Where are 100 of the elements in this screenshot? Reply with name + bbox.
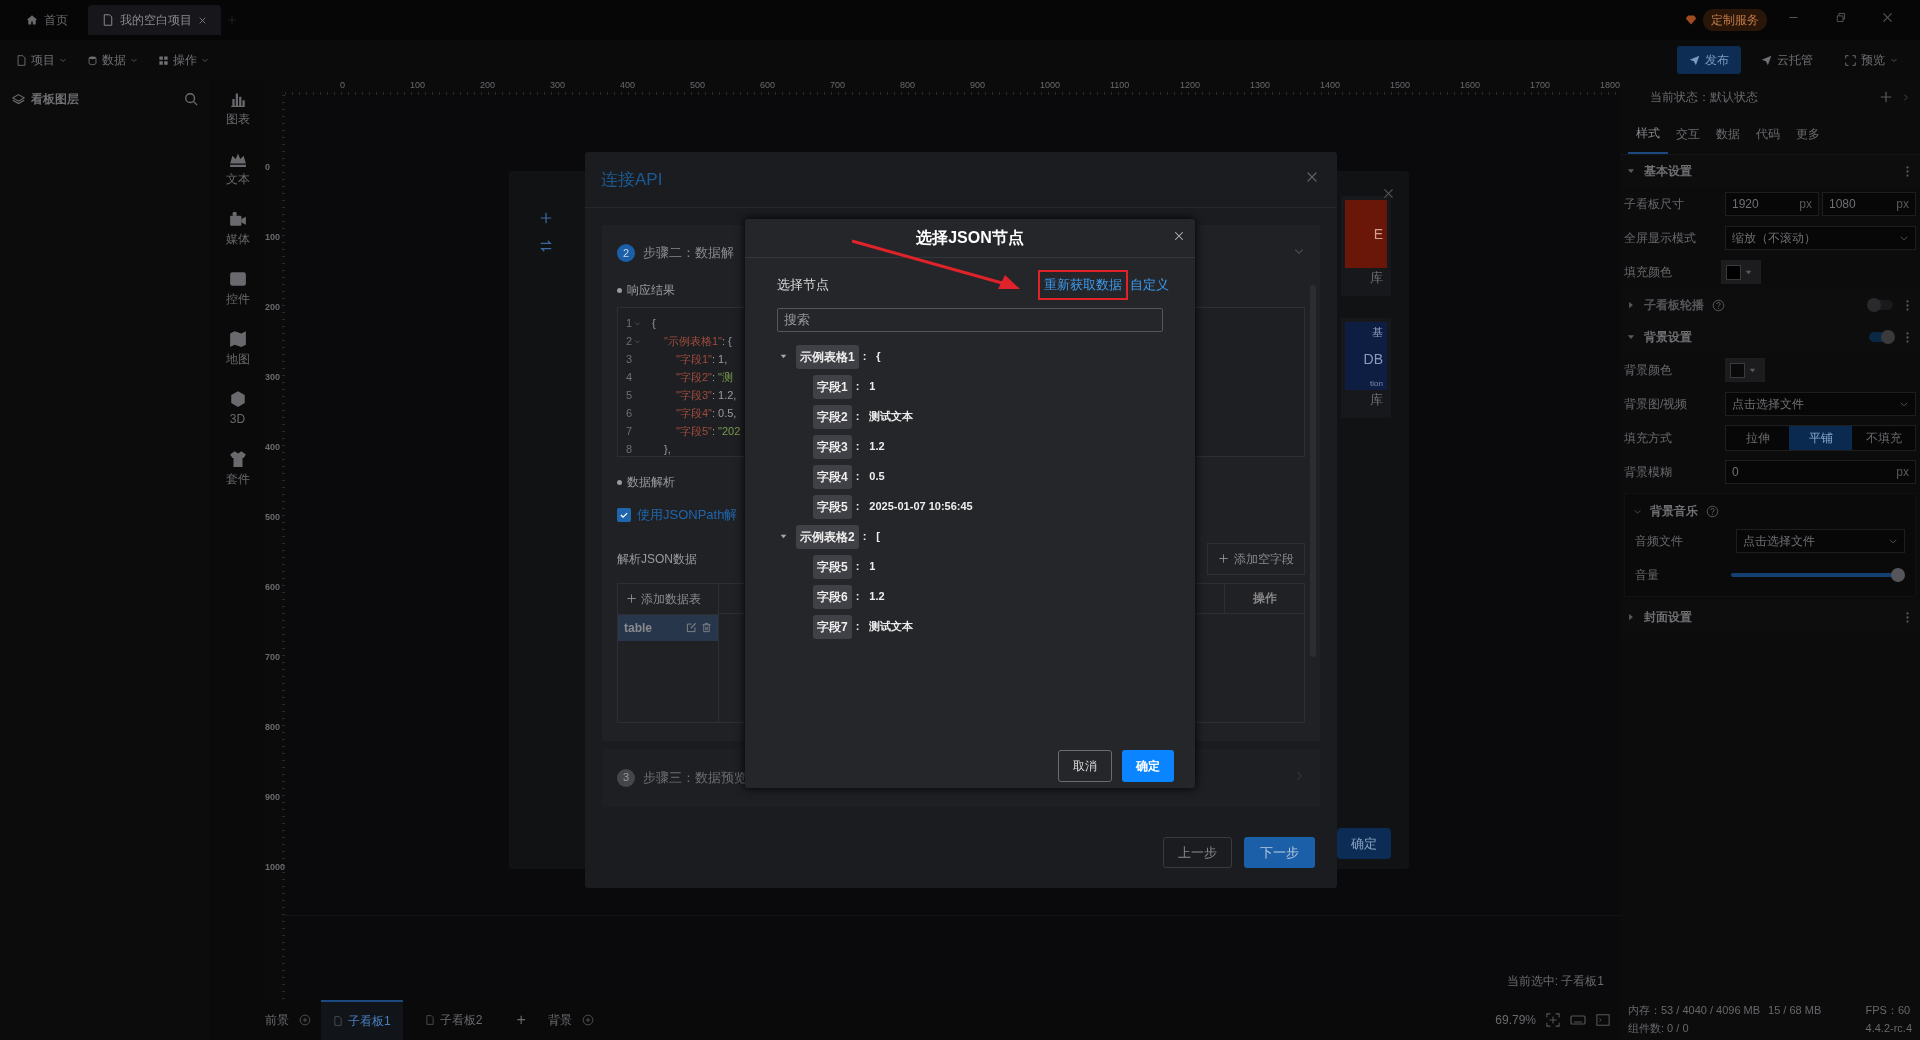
layers-icon [12, 92, 25, 106]
segment-option[interactable]: 平铺 [1789, 426, 1852, 450]
line-number: 2 [626, 334, 633, 349]
add-table-button[interactable]: 添加数据表 [618, 583, 718, 615]
code-line: "字段1": 1, [675, 352, 728, 367]
logo-subtext: tion [1370, 379, 1383, 388]
fit-screen-icon[interactable] [1546, 1013, 1560, 1027]
component-category[interactable]: 文本 [225, 150, 250, 188]
component-category[interactable]: 套件 [225, 450, 250, 488]
close-icon[interactable] [1305, 170, 1319, 184]
connector-card[interactable]: 基 DB tion 库 [1341, 318, 1391, 418]
ruler-label: 400 [265, 442, 281, 452]
checkbox-label: 使用JSONPath解 [637, 506, 738, 524]
add-circle-icon[interactable] [299, 1014, 311, 1026]
select-field[interactable]: 点击选择文件 [1736, 529, 1905, 553]
caret-down-icon[interactable] [779, 532, 788, 541]
ruler-label: 900 [970, 80, 987, 92]
panel-tab[interactable]: 代码 [1748, 114, 1788, 154]
node-key[interactable]: 字段5 [813, 494, 852, 519]
add-icon[interactable] [1879, 90, 1893, 104]
checkbox[interactable] [617, 507, 631, 522]
refetch-link[interactable]: 重新获取数据 [1044, 277, 1122, 292]
cancel-button[interactable]: 取消 [1058, 750, 1112, 782]
restore-icon[interactable] [1834, 11, 1847, 24]
add-board-button[interactable]: + [504, 998, 538, 1040]
number-field[interactable]: 1920 px [1725, 192, 1819, 216]
node-key[interactable]: 字段1 [813, 374, 852, 399]
menu-button[interactable]: 操作 [152, 49, 215, 71]
keyboard-icon[interactable] [1570, 1012, 1586, 1028]
terminal-icon[interactable] [1596, 1013, 1610, 1027]
fold-icon[interactable] [634, 319, 642, 327]
document-icon [424, 1015, 435, 1025]
select-field[interactable]: 缩放（不滚动） [1725, 226, 1916, 250]
node-key[interactable]: 字段7 [813, 614, 852, 639]
component-category[interactable]: 地图 [225, 330, 250, 368]
connector-card[interactable]: E 库 [1341, 196, 1391, 296]
slider-thumb[interactable] [1891, 568, 1905, 582]
custom-link[interactable]: 自定义 [1130, 275, 1169, 295]
add-field-button[interactable]: 添加空字段 [1207, 542, 1305, 575]
chevron-right-icon[interactable] [1901, 92, 1910, 102]
board-tab[interactable]: 子看板2 [412, 1001, 495, 1039]
plus-icon [1218, 553, 1229, 564]
add-circle-icon[interactable] [581, 1014, 594, 1026]
field-label: 全屏显示模式 [1624, 230, 1697, 247]
table-item[interactable]: table [618, 614, 718, 641]
line-number: 1 [626, 316, 633, 331]
ruler-label: 1400 [1320, 80, 1342, 92]
trash-icon[interactable] [701, 622, 712, 633]
previous-button[interactable]: 上一步 [1163, 836, 1232, 868]
panel-tab[interactable]: 数据 [1708, 114, 1748, 154]
color-picker[interactable] [1725, 358, 1765, 382]
ruler-label: 1000 [265, 862, 285, 872]
menu-button[interactable]: 项目 [10, 49, 73, 71]
fold-icon[interactable] [634, 337, 642, 345]
node-key[interactable]: 字段5 [813, 554, 852, 579]
panel-tab[interactable]: 交互 [1668, 114, 1708, 154]
ruler-label: 1700 [1530, 80, 1552, 92]
toolbar-button[interactable]: 预览 [1833, 46, 1910, 74]
node-key[interactable]: 字段6 [813, 584, 852, 609]
component-category[interactable]: 控件 [225, 270, 250, 308]
key-separator: : [855, 439, 860, 455]
segment-option[interactable]: 不填充 [1852, 426, 1915, 450]
panel-tab[interactable]: 更多 [1788, 114, 1828, 154]
component-category[interactable]: 媒体 [225, 210, 250, 248]
project-tab[interactable]: 我的空白项目 [88, 5, 221, 35]
confirm-button[interactable]: 确定 [1337, 827, 1391, 859]
logo-text: E [1373, 224, 1383, 244]
ok-button[interactable]: 确定 [1122, 750, 1174, 782]
component-category[interactable]: 图表 [225, 90, 250, 128]
next-button[interactable]: 下一步 [1244, 836, 1315, 868]
section-title: 背景设置 [1644, 329, 1692, 346]
menu-button[interactable]: 数据 [81, 49, 144, 71]
custom-service-button[interactable]: 定制服务 [1703, 9, 1767, 31]
chevron-down-icon [1888, 536, 1898, 546]
segment-option[interactable]: 拉伸 [1726, 426, 1789, 450]
caret-down-icon[interactable] [779, 352, 788, 361]
ruler-label: 1300 [1250, 80, 1272, 92]
toolbar-button[interactable]: 云托管 [1749, 46, 1825, 74]
select-field[interactable]: 点击选择文件 [1725, 392, 1916, 416]
node-key[interactable]: 字段2 [813, 404, 852, 429]
node-key[interactable]: 示例表格1 [796, 344, 859, 369]
board-tab[interactable]: 子看板1 [321, 1000, 403, 1040]
project-tab[interactable]: 首页 [12, 5, 82, 35]
card-caption: 库 [1370, 391, 1384, 409]
number-field[interactable]: 1080 px [1822, 192, 1916, 216]
number-field[interactable]: 0 px [1725, 460, 1916, 484]
component-category[interactable]: 3D [228, 390, 247, 428]
ruler-label: 1800 [1600, 80, 1620, 92]
search-field[interactable]: 搜索 [777, 307, 1163, 332]
close-icon[interactable] [1173, 230, 1185, 242]
edit-icon[interactable] [686, 622, 697, 633]
toolbar-button[interactable]: 发布 [1677, 46, 1741, 74]
node-key[interactable]: 字段3 [813, 434, 852, 459]
search-icon[interactable] [184, 92, 198, 106]
badge-text: 基 [1372, 325, 1383, 340]
component-count: 组件数: 0 / 0 [1628, 1021, 1690, 1036]
node-key[interactable]: 字段4 [813, 464, 852, 489]
node-value: { [876, 349, 881, 365]
node-key[interactable]: 示例表格2 [796, 524, 859, 549]
toggle-switch[interactable] [1869, 332, 1893, 342]
